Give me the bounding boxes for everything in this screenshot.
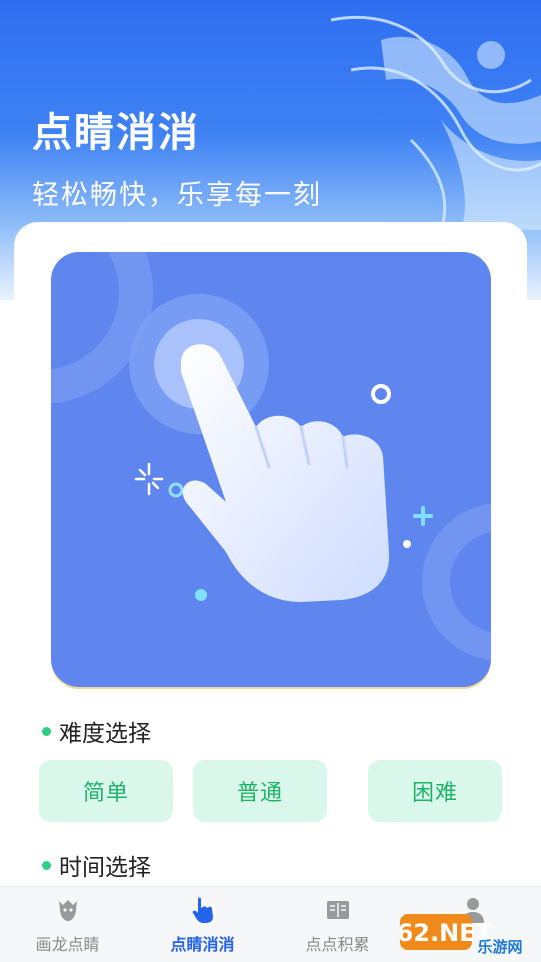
tab-draw-dragon[interactable]: 画龙点睛 xyxy=(0,887,135,962)
watermark-logo: 962.NET 乐游网 xyxy=(380,914,523,956)
book-icon xyxy=(326,901,349,919)
site-watermark: 962.NET 乐游网 xyxy=(380,912,535,960)
bullet-dot xyxy=(42,727,51,736)
tab-label: 点睛消消 xyxy=(170,935,235,954)
tap-illustration xyxy=(51,252,491,687)
tab-tap-match[interactable]: 点睛消消 xyxy=(135,887,270,962)
watermark-site-text: 乐游网 xyxy=(477,938,522,956)
tab-accumulate[interactable]: 点点积累 xyxy=(270,887,405,962)
page-subtitle: 轻松畅快，乐享每一刻 xyxy=(32,180,322,211)
difficulty-normal-button[interactable]: 普通 xyxy=(193,760,327,822)
difficulty-easy-button[interactable]: 简单 xyxy=(39,760,173,822)
tap-hand-illustration xyxy=(51,252,491,661)
dragon-icon xyxy=(58,900,77,921)
time-label-text: 时间选择 xyxy=(59,855,151,881)
page-title: 点睛消消 xyxy=(32,110,200,156)
dragon-illustration xyxy=(330,15,541,230)
difficulty-label: 难度选择 xyxy=(42,714,151,748)
difficulty-label-text: 难度选择 xyxy=(59,721,151,747)
time-label: 时间选择 xyxy=(42,848,151,882)
tap-hand-icon xyxy=(192,897,213,923)
tab-label: 点点积累 xyxy=(305,935,370,954)
bullet-dot xyxy=(42,861,51,870)
difficulty-hard-button[interactable]: 困难 xyxy=(368,760,502,822)
game-card: 难度选择 简单 普通 困难 时间选择 xyxy=(14,222,527,922)
tab-label: 画龙点睛 xyxy=(35,935,100,954)
